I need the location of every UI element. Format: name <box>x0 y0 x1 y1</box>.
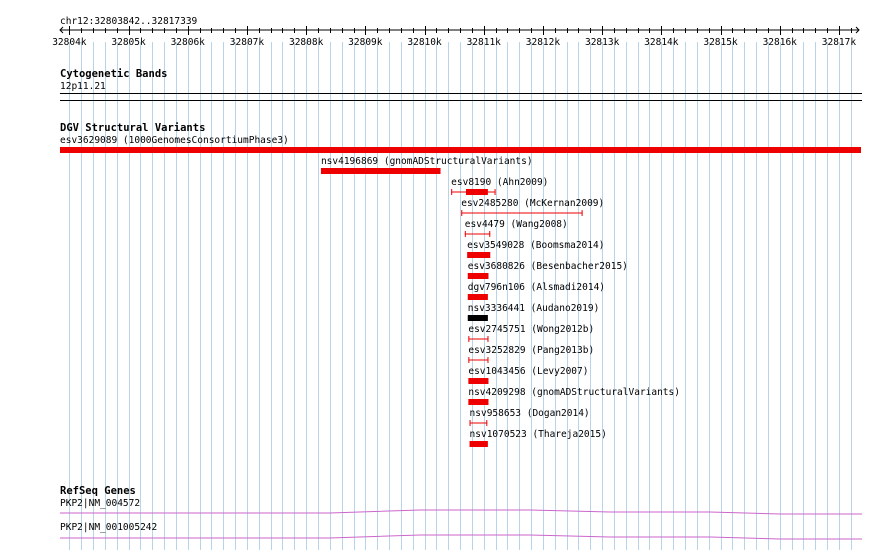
gene-label-nm-004572[interactable]: PKP2|NM_004572 <box>60 498 140 509</box>
dgv-feature[interactable]: nsv1070523 (Thareja2015) <box>469 429 607 447</box>
ruler-tick-label: 32815k <box>703 37 738 48</box>
dgv-feature-label: esv3629089 (1000GenomesConsortiumPhase3) <box>60 135 289 146</box>
ruler-tick-label: 32805k <box>111 37 146 48</box>
ruler-tick-label: 32816k <box>763 37 798 48</box>
dgv-feature-bar[interactable] <box>467 273 489 279</box>
ruler-tick-label: 32804k <box>52 37 87 48</box>
dgv-feature-bar[interactable] <box>467 315 488 321</box>
ruler-tick-label: 32810k <box>407 37 442 48</box>
dgv-feature-bar[interactable] <box>468 378 489 384</box>
dgv-feature[interactable]: dgv796n106 (Alsmadi2014) <box>467 282 605 300</box>
vertical-grid <box>69 42 852 550</box>
dgv-feature[interactable]: esv8190 (Ahn2009) <box>451 177 548 195</box>
ruler-tick-label: 32811k <box>467 37 502 48</box>
genome-canvas: chr12:32803842..32817339 32804k 32805k 328… <box>52 16 862 550</box>
dgv-feature-bar[interactable] <box>469 441 488 447</box>
dgv-feature-label: esv3680826 (Besenbacher2015) <box>468 261 628 272</box>
ruler-tick-label: 32812k <box>526 37 561 48</box>
dgv-feature[interactable]: nsv3336441 (Audano2019) <box>467 303 600 321</box>
gene-label-nm-001005242[interactable]: PKP2|NM_001005242 <box>60 522 157 533</box>
location-text: chr12:32803842..32817339 <box>60 16 198 27</box>
dgv-feature-label: nsv4209298 (gnomADStructuralVariants) <box>468 387 680 398</box>
coordinate-ruler[interactable]: 32804k 32805k 32806k 32807k 32808k 32809k 3281… <box>52 26 860 48</box>
dgv-feature[interactable]: esv2485280 (McKernan2009) <box>461 198 604 216</box>
genome-browser: chr12:32803842..32817339 32804k 32805k 328… <box>0 0 890 550</box>
dgv-track-title: DGV Structural Variants <box>60 122 205 134</box>
ruler-ticks: 32804k 32805k 32806k 32807k 32808k 32809k 3281… <box>52 26 856 48</box>
dgv-feature-bar[interactable] <box>60 147 861 153</box>
dgv-feature-label: nsv958653 (Dogan2014) <box>470 408 590 419</box>
dgv-feature-bar[interactable] <box>467 294 488 300</box>
dgv-feature-label: esv1043456 (Levy2007) <box>468 366 588 377</box>
dgv-feature[interactable]: nsv4196869 (gnomADStructuralVariants) <box>320 156 533 174</box>
ruler-tick-label: 32806k <box>171 37 206 48</box>
dgv-feature-label: esv4479 (Wang2008) <box>465 219 568 230</box>
dgv-feature-bar[interactable] <box>467 252 491 258</box>
dgv-feature-label: nsv1070523 (Thareja2015) <box>470 429 607 440</box>
dgv-feature-label: nsv3336441 (Audano2019) <box>468 303 600 314</box>
dgv-feature-label: esv8190 (Ahn2009) <box>451 177 548 188</box>
dgv-feature[interactable]: nsv958653 (Dogan2014) <box>469 408 590 426</box>
ruler-tick-label: 32808k <box>289 37 324 48</box>
dgv-feature-bar[interactable] <box>320 168 441 174</box>
dgv-feature[interactable]: esv1043456 (Levy2007) <box>468 366 588 384</box>
dgv-feature-label: nsv4196869 (gnomADStructuralVariants) <box>321 156 533 167</box>
cytoband-track-title: Cytogenetic Bands <box>60 68 167 80</box>
dgv-feature-label: esv3549028 (Boomsma2014) <box>467 240 604 251</box>
ruler-tick-label: 32809k <box>348 37 383 48</box>
ruler-tick-label: 32813k <box>585 37 620 48</box>
dgv-feature-label: esv3252829 (Pang2013b) <box>468 345 594 356</box>
dgv-feature-label: dgv796n106 (Alsmadi2014) <box>468 282 605 293</box>
cytoband-label: 12p11.21 <box>60 81 106 92</box>
dgv-feature-bar[interactable] <box>468 399 489 405</box>
dgv-feature-label: esv2485280 (McKernan2009) <box>461 198 604 209</box>
ruler-tick-label: 32817k <box>822 37 857 48</box>
dgv-feature[interactable]: esv3549028 (Boomsma2014) <box>467 240 604 258</box>
dgv-feature-label: esv2745751 (Wong2012b) <box>468 324 594 335</box>
dgv-feature-bar[interactable] <box>465 189 488 195</box>
refseq-track-title: RefSeq Genes <box>60 485 136 497</box>
dgv-feature[interactable]: esv3680826 (Besenbacher2015) <box>467 261 628 279</box>
dgv-feature[interactable]: nsv4209298 (gnomADStructuralVariants) <box>468 387 680 405</box>
dgv-feature[interactable]: esv4479 (Wang2008) <box>464 219 568 237</box>
ruler-tick-label: 32814k <box>644 37 679 48</box>
ruler-tick-label: 32807k <box>230 37 265 48</box>
